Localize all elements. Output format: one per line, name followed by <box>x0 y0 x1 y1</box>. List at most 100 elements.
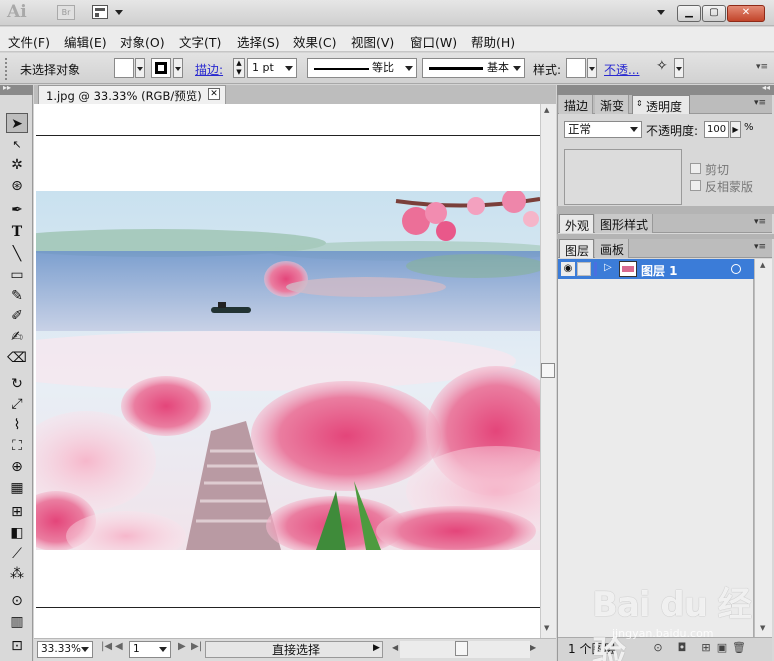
menu-file[interactable]: 文件(F) <box>8 32 50 51</box>
minimize-button[interactable]: ▁ <box>677 5 701 22</box>
line-tool-icon[interactable]: ╲ <box>6 244 28 264</box>
scale-tool-icon[interactable]: ⤢ <box>6 394 28 414</box>
horizontal-scroll-thumb[interactable] <box>455 641 468 656</box>
layer-target-icon[interactable] <box>731 264 741 274</box>
layer-thumbnail <box>619 261 637 277</box>
selection-tool-icon[interactable]: ➤ <box>6 113 28 133</box>
next-artboard-icon[interactable]: ▶ <box>178 641 186 652</box>
transparency-thumbnail <box>564 149 682 205</box>
shape-builder-tool-icon[interactable]: ⊕ <box>6 457 28 477</box>
tab-gradient[interactable]: 渐变 <box>595 95 630 114</box>
arrange-documents-icon[interactable] <box>92 5 108 19</box>
gradient-tool-icon[interactable]: ◧ <box>6 523 28 543</box>
direct-selection-tool-icon[interactable]: ↖ <box>6 135 28 155</box>
tab-layers[interactable]: 图层 <box>559 239 595 258</box>
blend-mode-select[interactable]: 正常 <box>564 121 642 138</box>
opacity-panel-link[interactable]: 不透... <box>604 61 639 78</box>
menu-effect[interactable]: 效果(C) <box>293 32 336 51</box>
opacity-input[interactable]: 100 <box>704 121 729 138</box>
layer-name[interactable]: 图层 1 <box>641 262 678 279</box>
lock-toggle[interactable] <box>577 262 591 276</box>
clip-checkbox[interactable] <box>690 163 701 174</box>
vertical-scroll-thumb[interactable] <box>541 363 555 378</box>
scroll-left-icon[interactable]: ◀ <box>392 643 398 652</box>
opacity-label: 不透明度: <box>646 124 699 138</box>
symbol-sprayer-tool-icon[interactable]: ⊙ <box>6 591 28 611</box>
graphic-style-swatch[interactable] <box>566 58 586 78</box>
stroke-weight-select[interactable]: 1 pt <box>247 58 297 78</box>
chevron-down-icon[interactable] <box>115 10 123 15</box>
opacity-slider-toggle-icon[interactable]: ▶ <box>730 121 741 138</box>
menu-select[interactable]: 选择(S) <box>237 32 280 51</box>
pencil-tool-icon[interactable]: ✐ <box>6 306 28 326</box>
menu-help[interactable]: 帮助(H) <box>471 32 515 51</box>
rectangle-tool-icon[interactable]: ▭ <box>6 265 28 285</box>
previous-artboard-icon[interactable]: ◀ <box>115 641 123 652</box>
zoom-value: 33.33% <box>41 643 82 655</box>
graphic-style-dropdown[interactable] <box>587 58 597 78</box>
fill-dropdown[interactable] <box>135 58 145 78</box>
perspective-grid-tool-icon[interactable]: ▦ <box>6 478 28 498</box>
tab-stroke[interactable]: 描边 <box>559 95 594 114</box>
lasso-tool-icon[interactable]: ⊛ <box>6 176 28 196</box>
artboard-select[interactable]: 1 <box>129 641 171 658</box>
maximize-button[interactable]: ▢ <box>702 5 726 22</box>
mesh-tool-icon[interactable]: ⊞ <box>6 502 28 522</box>
brush-label: 基本 <box>487 61 509 74</box>
recolor-artwork-icon[interactable]: ✧ <box>656 58 668 74</box>
panel-menu-icon[interactable]: ▾≡ <box>756 62 768 72</box>
placed-image[interactable] <box>36 191 540 550</box>
appearance-panel-menu-icon[interactable]: ▾≡ <box>754 217 766 227</box>
tab-artboards[interactable]: 画板 <box>595 239 630 258</box>
blend-tool-icon[interactable]: ⁂ <box>6 564 28 584</box>
menu-view[interactable]: 视图(V) <box>351 32 394 51</box>
brush-definition-select[interactable]: 基本 <box>422 58 525 78</box>
type-tool-icon[interactable]: T <box>6 222 28 242</box>
close-button[interactable]: ✕ <box>727 5 765 22</box>
paintbrush-tool-icon[interactable]: ✎ <box>6 286 28 306</box>
column-graph-tool-icon[interactable]: ▥ <box>6 612 28 632</box>
menu-window[interactable]: 窗口(W) <box>410 32 457 51</box>
status-menu-arrow-icon[interactable]: ▶ <box>373 643 380 653</box>
document-tab[interactable]: 1.jpg @ 33.33% (RGB/预览) <box>38 85 226 104</box>
clip-label: 剪切 <box>705 163 730 177</box>
blob-brush-tool-icon[interactable]: ✍ <box>6 327 28 347</box>
first-artboard-icon[interactable]: |◀ <box>101 641 112 652</box>
variable-width-profile-select[interactable]: 等比 <box>307 58 417 78</box>
grip-handle[interactable] <box>5 58 10 80</box>
scroll-right-icon[interactable]: ▶ <box>530 643 536 652</box>
expand-layer-icon[interactable]: ▷ <box>604 262 612 273</box>
document-tab-title: 1.jpg @ 33.33% (RGB/预览) <box>46 89 202 103</box>
rotate-tool-icon[interactable]: ↻ <box>6 374 28 394</box>
expand-options-icon[interactable]: ⇕ <box>636 99 643 108</box>
layers-panel-menu-icon[interactable]: ▾≡ <box>754 242 766 252</box>
bridge-button[interactable]: Br <box>57 5 75 20</box>
eyedropper-tool-icon[interactable]: ⟋ <box>6 544 28 564</box>
magic-wand-tool-icon[interactable]: ✲ <box>6 155 28 175</box>
eraser-tool-icon[interactable]: ⌫ <box>6 348 28 368</box>
zoom-select[interactable]: 33.33% <box>37 641 93 658</box>
stroke-swatch[interactable] <box>151 58 171 78</box>
recolor-dropdown[interactable] <box>674 58 684 78</box>
fill-swatch[interactable] <box>114 58 134 78</box>
last-artboard-icon[interactable]: ▶| <box>191 641 202 652</box>
panel-dock-header[interactable]: ◂◂ <box>557 83 774 95</box>
eye-icon[interactable]: ◉ <box>561 262 575 276</box>
toolbox-header[interactable]: ▸▸ <box>0 83 33 95</box>
stroke-weight-stepper[interactable]: ▲ ▼ <box>233 58 245 78</box>
tab-appearance[interactable]: 外观 <box>559 214 595 233</box>
menu-type[interactable]: 文字(T) <box>179 32 221 51</box>
workspace-switcher-icon[interactable] <box>657 10 665 15</box>
close-document-icon[interactable]: ✕ <box>208 88 220 100</box>
stroke-panel-link[interactable]: 描边: <box>195 61 223 78</box>
transparency-panel-menu-icon[interactable]: ▾≡ <box>754 98 766 108</box>
warp-tool-icon[interactable]: ⌇ <box>6 415 28 435</box>
tab-graphic-styles[interactable]: 图形样式 <box>595 214 654 233</box>
free-transform-tool-icon[interactable]: ⛶ <box>6 436 28 456</box>
artboard-tool-icon[interactable]: ⊡ <box>6 636 28 656</box>
menu-object[interactable]: 对象(O) <box>120 32 165 51</box>
invert-mask-checkbox[interactable] <box>690 180 701 191</box>
pen-tool-icon[interactable]: ✒ <box>6 200 28 220</box>
menu-edit[interactable]: 编辑(E) <box>64 32 107 51</box>
stroke-dropdown[interactable] <box>173 58 183 78</box>
